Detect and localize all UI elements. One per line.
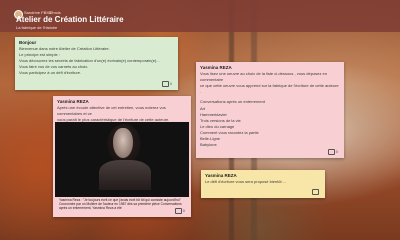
comment-count[interactable]: 0 [327,148,338,155]
post-line: Le défi d'écriture vous sera proposé bie… [205,179,287,185]
board-title: Atelier de Création Littéraire [16,15,124,24]
post-line: Vous participez à un défi d'écriture. [19,70,82,76]
video-caption[interactable]: Yasmina Reza : "Je toujours écrit ce que… [59,198,187,211]
comment-count[interactable]: 0 [161,80,172,87]
work-title: Babylone [200,142,217,148]
comment-icon [161,80,169,87]
post-bonjour[interactable]: Bonjour Bienvenue dans notre Atelier de … [15,37,178,90]
post-yasmina-oeuvres[interactable]: Yasmina REZA Vous lisez une oeuvre au ch… [196,62,344,158]
video-thumbnail[interactable] [55,122,189,197]
portrait-face [113,128,133,158]
portrait-body [99,160,151,190]
post-line: ce que cette oeuvre vous apprend sur la … [200,83,339,95]
board-header: Sandrine FRIGT • 4 mois Atelier de Créat… [0,0,400,32]
post-yasmina-defi[interactable]: Yasmina REZA Le défi d'écriture vous ser… [201,170,325,198]
comment-count[interactable]: 0 [174,207,185,214]
comment-count[interactable] [312,188,319,195]
comment-icon [327,148,335,155]
board-subtitle: La fabrique de l'histoire [16,25,58,30]
post-line: Vous lisez une oeuvre au choix de la lis… [200,71,327,83]
post-line: Après une écoute attentive de cet entret… [57,105,166,117]
comment-icon [174,207,182,214]
comment-icon [312,188,319,195]
post-yasmina-interview[interactable]: Yasmina REZA Après une écoute attentive … [53,96,191,217]
